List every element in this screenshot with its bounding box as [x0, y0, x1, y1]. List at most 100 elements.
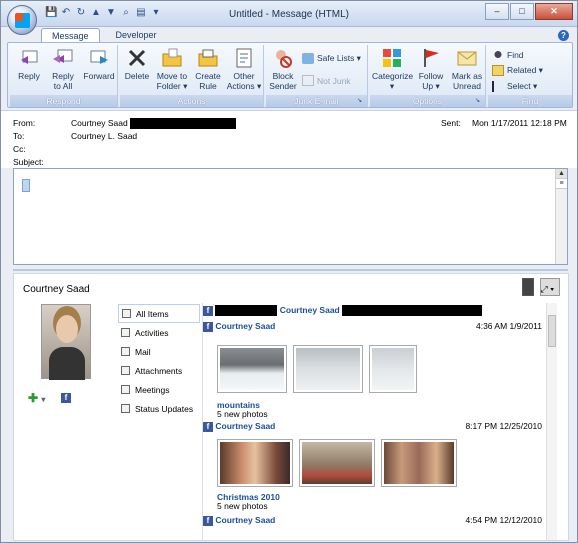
feed-item: f Courtney Saad [203, 305, 557, 317]
photo-thumbnail[interactable] [299, 439, 375, 487]
facebook-icon: f [203, 515, 213, 526]
group-label-respond: Respond [10, 95, 117, 107]
group-actions: Delete Move to Folder ▾ Create Rule Othe… [120, 45, 264, 107]
follow-up-button[interactable]: Follow Up ▾ [416, 47, 446, 91]
junk-dialog-launcher-icon[interactable]: ↘ [357, 97, 365, 105]
photo-thumbnail[interactable] [217, 439, 293, 487]
categorize-button[interactable]: Categorize ▾ [372, 47, 413, 91]
add-contact-icon[interactable]: ✚ ▾ [28, 391, 45, 405]
tab-message[interactable]: Message [41, 28, 100, 42]
window-controls: – □ ✕ [485, 3, 573, 20]
group-find: Find Related ▾ Select ▾ Find [488, 45, 572, 107]
photo-thumbnail[interactable] [293, 345, 363, 393]
feed-scrollbar[interactable] [546, 303, 557, 540]
mark-unread-button[interactable]: Mark as Unread [450, 47, 484, 91]
to-value: Courtney L. Saad [71, 131, 138, 141]
create-rule-button[interactable]: Create Rule [192, 47, 224, 91]
subject-label: Subject: [13, 157, 44, 167]
person-name: Courtney Saad [23, 284, 90, 295]
activity-feed: f Courtney Saad f Courtney Saad 4:36 AM 1… [202, 303, 557, 540]
scroll-mid-icon: ≡ [556, 179, 567, 189]
text-cursor [22, 179, 30, 192]
feed-author-link[interactable]: Courtney Saad [215, 515, 275, 525]
cc-label: Cc: [13, 144, 26, 154]
facebook-icon: f [203, 421, 213, 432]
album-count: 5 new photos [217, 501, 268, 511]
activity-nav: All Items Activities Mail Attachments Me… [118, 304, 200, 418]
sent-label: Sent: [441, 118, 461, 128]
group-label-junk: Junk E-mail [266, 95, 367, 107]
block-sender-icon [276, 50, 292, 68]
feed-author-link[interactable]: Courtney Saad [215, 321, 275, 331]
album-count: 5 new photos [217, 409, 268, 419]
not-junk-button[interactable]: Not Junk [302, 75, 351, 86]
group-label-options: Options [370, 95, 485, 107]
close-button[interactable]: ✕ [535, 3, 573, 20]
reply-icon [21, 50, 38, 64]
other-actions-icon [236, 48, 252, 68]
folder-icon [162, 48, 182, 67]
pane-splitter[interactable] [13, 269, 568, 271]
minimize-button[interactable]: – [485, 3, 509, 20]
title-bar: 💾 ↶ ↻ ▲ ▼ ⌕ ▤ ▾ Untitled - Message (HTML… [1, 1, 577, 27]
maximize-button[interactable]: □ [510, 3, 534, 20]
calendar-icon [121, 385, 130, 394]
binoculars-icon [492, 49, 504, 60]
photo-thumbnail[interactable] [217, 345, 287, 393]
all-items-icon [122, 309, 131, 318]
feed-author-link[interactable]: Courtney Saad [215, 421, 275, 431]
nav-all-items[interactable]: All Items [118, 304, 200, 323]
find-button[interactable]: Find [492, 49, 524, 60]
reply-button[interactable]: Reply [14, 47, 44, 81]
safe-lists-button[interactable]: Safe Lists ▾ [302, 53, 361, 64]
photo-thumbnails [217, 439, 457, 487]
message-body[interactable]: ▲ ≡ [13, 168, 568, 265]
redacted-email [130, 118, 237, 130]
help-icon[interactable]: ? [558, 30, 569, 41]
safe-lists-icon [302, 53, 314, 64]
nav-activities[interactable]: Activities [118, 323, 200, 342]
other-actions-button[interactable]: Other Actions ▾ [226, 47, 262, 91]
expand-icon[interactable]: ⤢ ▾ [541, 284, 554, 295]
feed-author-link[interactable]: Courtney Saad [280, 305, 340, 315]
forward-button[interactable]: Forward [82, 47, 116, 81]
office-button[interactable] [7, 5, 37, 35]
to-label: To: [13, 131, 25, 141]
nav-meetings[interactable]: Meetings [118, 380, 200, 399]
facebook-icon: f [203, 305, 213, 316]
delete-icon [128, 49, 146, 67]
feed-item: f Courtney Saad 4:54 PM 12/12/2010 [203, 515, 557, 526]
delete-button[interactable]: Delete [122, 47, 152, 81]
facebook-icon: f [61, 392, 71, 403]
mini-avatar-icon[interactable] [522, 278, 534, 296]
feed-item: f Courtney Saad 8:17 PM 12/25/2010 [203, 421, 557, 432]
categorize-icon [383, 49, 401, 67]
activities-icon [121, 328, 130, 337]
body-scrollbar[interactable]: ▲ ≡ [555, 169, 567, 264]
forward-icon [90, 50, 108, 64]
block-sender-button[interactable]: Block Sender [268, 47, 298, 91]
related-button[interactable]: Related ▾ [492, 65, 543, 76]
photo-thumbnail[interactable] [369, 345, 417, 393]
nav-mail[interactable]: Mail [118, 342, 200, 361]
from-label: From: [13, 118, 36, 128]
nav-status-updates[interactable]: Status Updates [118, 399, 200, 418]
social-connector-pane: Courtney Saad ⤢ ▾ ✚ ▾ f All Items Activi… [13, 273, 569, 541]
options-dialog-launcher-icon[interactable]: ↘ [475, 97, 483, 105]
select-button[interactable]: Select ▾ [492, 81, 537, 92]
office-logo-icon [15, 13, 30, 28]
feed-time: 4:54 PM 12/12/2010 [465, 515, 542, 525]
scroll-up-icon[interactable]: ▲ [556, 169, 567, 179]
attachment-icon [121, 366, 130, 375]
move-to-folder-button[interactable]: Move to Folder ▾ [154, 47, 190, 91]
nav-attachments[interactable]: Attachments [118, 361, 200, 380]
envelope-icon [457, 51, 477, 66]
photo-thumbnail[interactable] [381, 439, 457, 487]
not-junk-icon [302, 75, 314, 86]
message-header: From: Courtney Saad To: Courtney L. Saad… [1, 110, 577, 168]
ribbon: Reply Reply to All Forward Respond Delet… [7, 42, 573, 108]
tab-developer[interactable]: Developer [106, 28, 167, 42]
scroll-thumb[interactable] [548, 315, 556, 347]
feed-time: 8:17 PM 12/25/2010 [465, 421, 542, 431]
reply-all-button[interactable]: Reply to All [46, 47, 80, 91]
